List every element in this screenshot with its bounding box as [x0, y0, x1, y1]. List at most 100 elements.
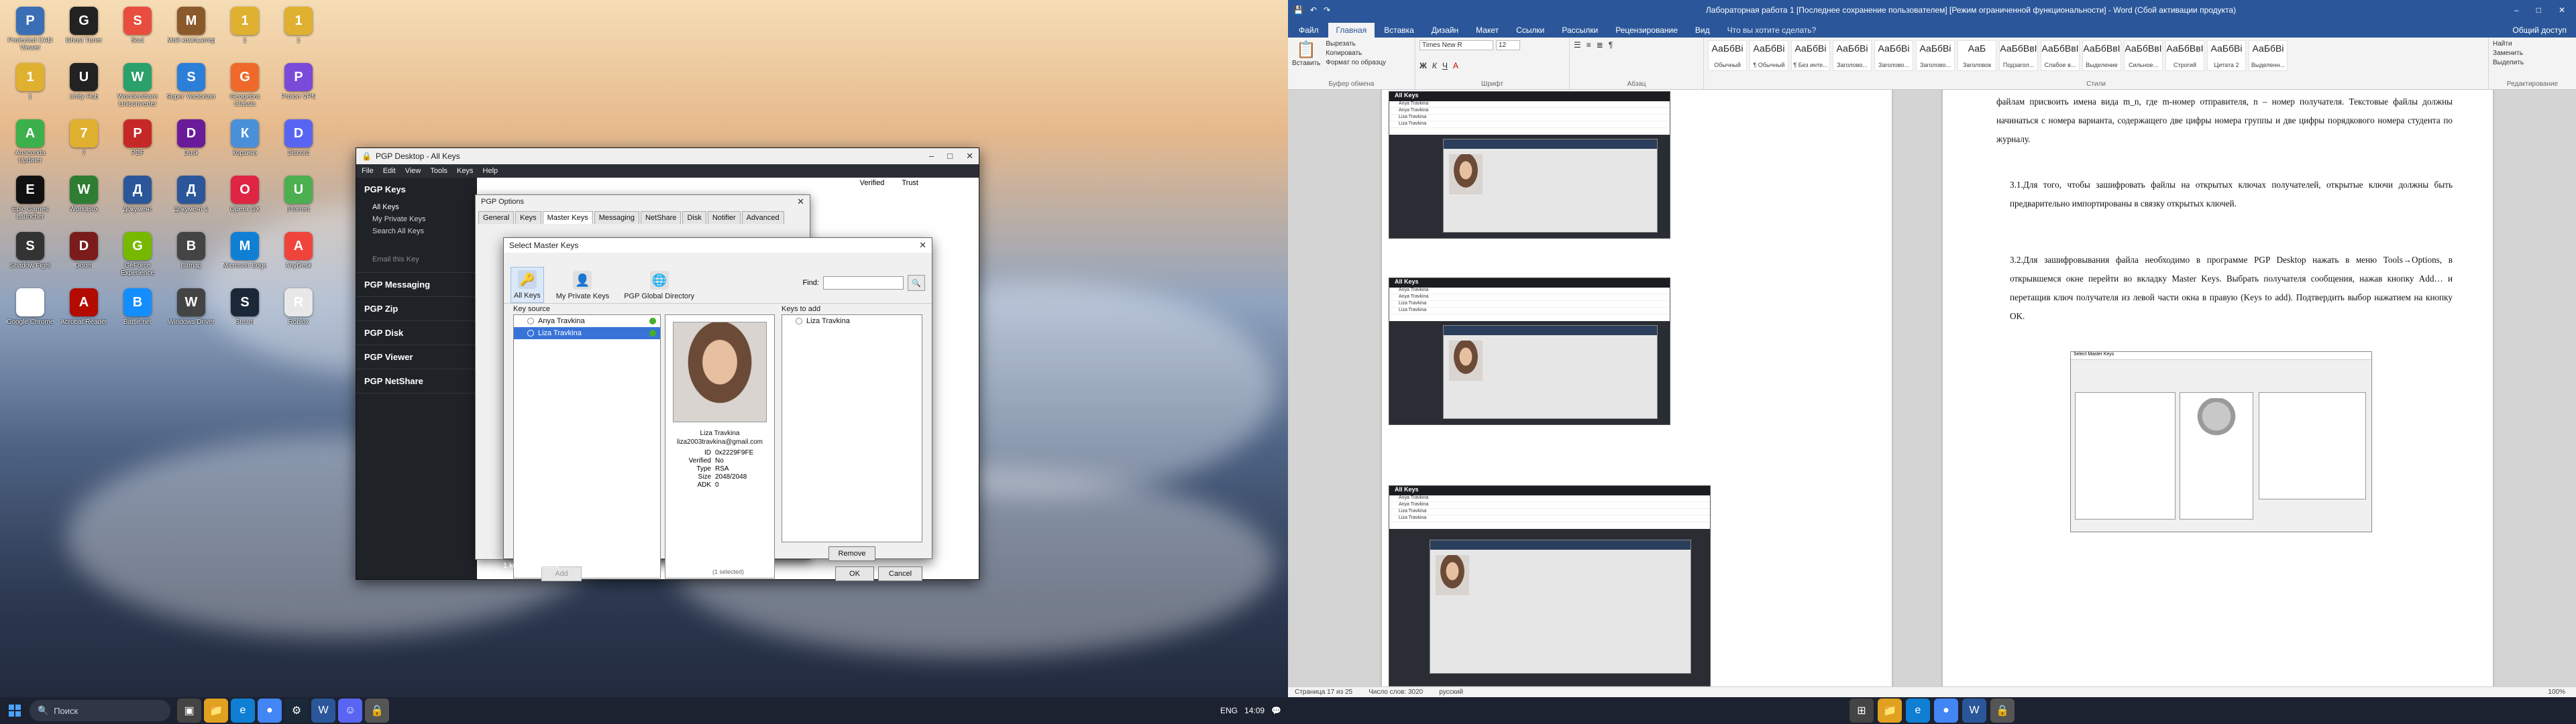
style-item[interactable]: АаБбВі Выделенн...: [2249, 40, 2288, 71]
taskbar-search[interactable]: 🔍 Поиск: [30, 700, 170, 721]
desktop-icon[interactable]: 11: [5, 63, 55, 115]
tab-home[interactable]: Главная: [1328, 23, 1375, 38]
task-view-icon[interactable]: ▣: [177, 699, 201, 723]
find-button[interactable]: Найти: [2493, 40, 2572, 48]
numbering-icon[interactable]: ≡: [1587, 40, 1591, 50]
desktop-icon[interactable]: A Acrobat Reader: [59, 288, 109, 341]
desktop-icon[interactable]: E Epic Games Launcher: [5, 176, 55, 228]
document-area[interactable]: All Keys Anya Travkina Anya Travkina Liz…: [1288, 90, 2576, 686]
desktop-icon[interactable]: B Battle.net: [113, 288, 162, 341]
tab-advanced[interactable]: Advanced: [741, 211, 784, 224]
desktop-icon[interactable]: U Unity Hub: [59, 63, 109, 115]
desktop-icon[interactable]: A AnyDesk: [274, 232, 323, 284]
style-item[interactable]: АаБбВвІ Строгий: [2165, 40, 2204, 71]
pgp-icon[interactable]: 🔒: [365, 699, 389, 723]
sidebar-item-all-keys[interactable]: All Keys: [356, 201, 477, 213]
tab-master-keys[interactable]: Master Keys: [542, 211, 593, 224]
tool-all-keys[interactable]: 🔑 All Keys: [511, 267, 544, 303]
bullets-icon[interactable]: ☰: [1574, 40, 1581, 50]
sidebar-section-zip[interactable]: PGP Zip: [356, 297, 477, 321]
copy-button[interactable]: Копировать: [1326, 50, 1386, 57]
menu-tools[interactable]: Tools: [430, 167, 447, 175]
page-count[interactable]: Страница 17 из 25: [1295, 688, 1352, 696]
desktop-icon[interactable]: S Soul: [113, 7, 162, 59]
font-name-select[interactable]: Times New R: [1419, 40, 1493, 50]
minimize-icon[interactable]: –: [2514, 5, 2519, 15]
tell-me-input[interactable]: Что вы хотите сделать?: [1719, 23, 1825, 38]
style-item[interactable]: АаБбВі Цитата 2: [2207, 40, 2246, 71]
explorer-icon[interactable]: 📁: [1878, 699, 1902, 723]
underline-button[interactable]: Ч: [1442, 61, 1448, 70]
maximize-icon[interactable]: □: [2536, 5, 2541, 15]
list-item[interactable]: Anya Travkina: [514, 315, 660, 327]
desktop-icon[interactable]: 11: [274, 7, 323, 59]
column-verified[interactable]: Verified: [860, 179, 885, 187]
keys-to-add-list[interactable]: Liza Travkina: [782, 314, 922, 542]
desktop-icon[interactable]: P Proton VPN: [274, 63, 323, 115]
style-item[interactable]: АаБбВвІ Сильное...: [2124, 40, 2163, 71]
style-item[interactable]: АаБбВвІ Выделение: [2082, 40, 2121, 71]
sidebar-section-disk[interactable]: PGP Disk: [356, 321, 477, 345]
select-button[interactable]: Выделить: [2493, 59, 2572, 66]
word-count[interactable]: Число слов: 3020: [1368, 688, 1423, 696]
tab-design[interactable]: Дизайн: [1424, 23, 1466, 38]
edge-icon[interactable]: e: [1906, 699, 1930, 723]
sidebar-item-search-keys[interactable]: Search All Keys: [356, 225, 477, 237]
list-item-selected[interactable]: Liza Travkina: [514, 327, 660, 339]
desktop-icon[interactable]: S Super Vectorizer: [166, 63, 216, 115]
tab-references[interactable]: Ссылки: [1508, 23, 1552, 38]
tab-netshare[interactable]: NetShare: [640, 211, 682, 224]
chrome-icon[interactable]: ●: [258, 699, 282, 723]
remove-button[interactable]: Remove: [828, 546, 875, 561]
paragraph-3-2[interactable]: 3.2.Для зашифровывания файла необходимо …: [1996, 251, 2453, 326]
desktop-icon[interactable]: 11: [220, 7, 270, 59]
explorer-icon[interactable]: 📁: [204, 699, 228, 723]
desktop-icon[interactable]: W Windows Driver: [166, 288, 216, 341]
notifications-icon[interactable]: 💬: [1271, 706, 1281, 715]
sidebar-section-netshare[interactable]: PGP NetShare: [356, 369, 477, 394]
key-source-list[interactable]: Anya Travkina Liza Travkina: [513, 314, 661, 579]
clock[interactable]: 14:09: [1244, 706, 1265, 715]
tab-keys[interactable]: Keys: [515, 211, 541, 224]
desktop-icon[interactable]: Д Документ 2: [166, 176, 216, 228]
style-item[interactable]: АаБбВі ¶ Без инте...: [1791, 40, 1830, 71]
share-button[interactable]: Общий доступ: [2503, 23, 2576, 38]
desktop-icon[interactable]: S Steam: [220, 288, 270, 341]
cut-button[interactable]: Вырезать: [1326, 40, 1386, 48]
desktop-icon[interactable]: D Discord: [274, 119, 323, 172]
style-item[interactable]: АаБбВі ¶ Обычный: [1750, 40, 1788, 71]
desktop-icon[interactable]: 77: [59, 119, 109, 172]
desktop-icon[interactable]: G Geogebra Classic: [220, 63, 270, 115]
start-button[interactable]: [0, 697, 30, 724]
desktop-icon[interactable]: G Ghost Tuner: [59, 7, 109, 59]
desktop-icon[interactable]: М Мой компьютер: [166, 7, 216, 59]
desktop-icon[interactable]: R Roblox: [274, 288, 323, 341]
start-icon[interactable]: ⊞: [1849, 699, 1874, 723]
desktop-icon[interactable]: S Shadow Fight: [5, 232, 55, 284]
style-item[interactable]: АаБбВі Заголово...: [1833, 40, 1872, 71]
tab-view[interactable]: Вид: [1687, 23, 1718, 38]
desktop-icon[interactable]: W Wondershare Uniconverter: [113, 63, 162, 115]
undo-icon[interactable]: ↶: [1310, 5, 1317, 15]
sidebar-section-messaging[interactable]: PGP Messaging: [356, 272, 477, 297]
word-icon[interactable]: W: [1962, 699, 1986, 723]
zoom-level[interactable]: 100%: [2548, 688, 2576, 696]
maximize-icon[interactable]: □: [947, 151, 953, 162]
menu-view[interactable]: View: [405, 167, 421, 175]
desktop-icon[interactable]: UuTorrent: [274, 176, 323, 228]
tab-mailings[interactable]: Рассылки: [1554, 23, 1606, 38]
edge-icon[interactable]: e: [231, 699, 255, 723]
chrome-icon[interactable]: ●: [1934, 699, 1958, 723]
redo-icon[interactable]: ↷: [1324, 5, 1330, 15]
search-icon[interactable]: 🔍: [908, 275, 925, 291]
column-trust[interactable]: Trust: [902, 179, 918, 187]
bold-button[interactable]: Ж: [1419, 61, 1427, 70]
save-icon[interactable]: 💾: [1293, 5, 1303, 15]
replace-button[interactable]: Заменить: [2493, 50, 2572, 57]
tab-file[interactable]: Файл: [1291, 23, 1327, 38]
desktop-icon[interactable]: P PDF: [113, 119, 162, 172]
style-item[interactable]: АаБбВі Заголово...: [1916, 40, 1955, 71]
close-icon[interactable]: ✕: [919, 240, 926, 251]
tab-layout[interactable]: Макет: [1468, 23, 1507, 38]
format-painter-button[interactable]: Формат по образцу: [1326, 59, 1386, 66]
